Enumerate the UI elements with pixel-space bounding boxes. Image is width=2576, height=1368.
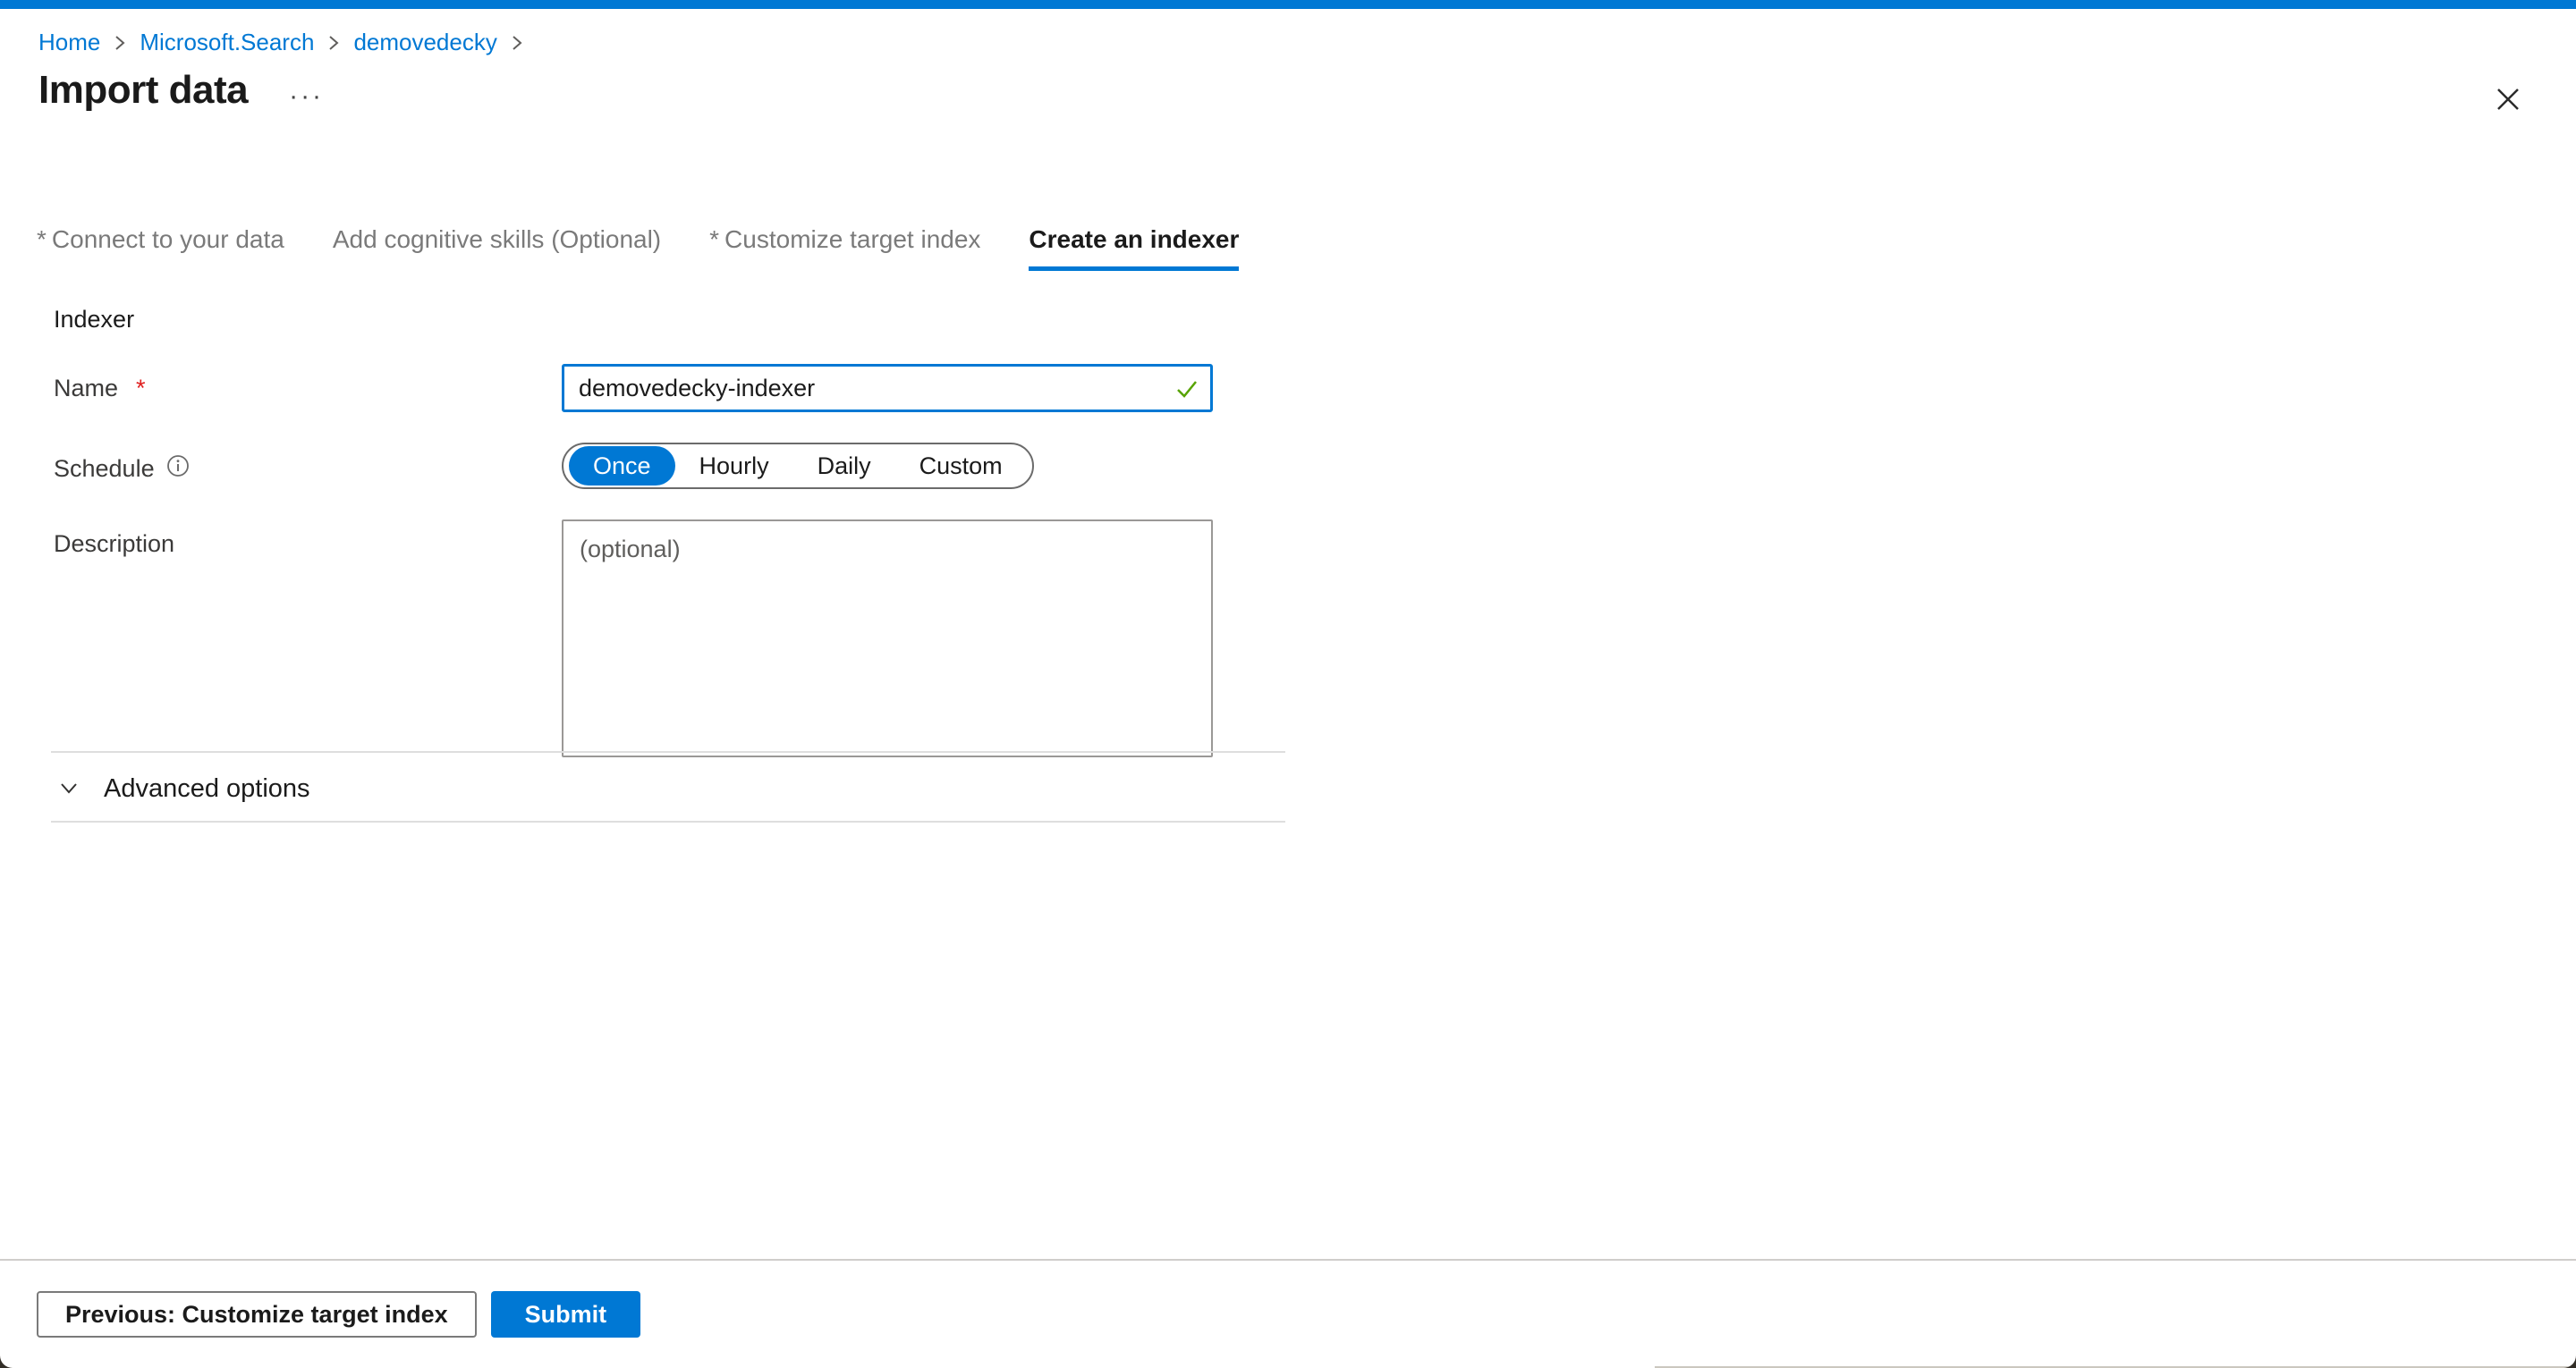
description-label-text: Description — [54, 530, 174, 558]
tab-connect-to-your-data[interactable]: *Connect to your data — [37, 225, 284, 271]
info-icon[interactable] — [165, 453, 191, 485]
tab-label: Create an indexer — [1029, 225, 1239, 253]
chevron-right-icon — [510, 31, 524, 55]
breadcrumb-link-demovedecky[interactable]: demovedecky — [353, 29, 496, 56]
validation-check-icon — [1174, 376, 1200, 407]
azure-top-accent-bar — [0, 0, 2576, 9]
tab-label: Customize target index — [724, 225, 980, 253]
required-mark: * — [37, 225, 47, 253]
chevron-down-icon — [55, 774, 82, 804]
schedule-row: Schedule Once Hourly Daily Custom — [54, 443, 1288, 489]
previous-step-button[interactable]: Previous: Customize target index — [37, 1291, 477, 1338]
chevron-right-icon — [326, 31, 341, 55]
name-label: Name * — [54, 364, 562, 402]
tab-label: Connect to your data — [52, 225, 284, 253]
page-title: Import data — [38, 68, 248, 113]
breadcrumb-link-microsoft-search[interactable]: Microsoft.Search — [140, 29, 314, 56]
close-icon — [2493, 104, 2523, 117]
schedule-label: Schedule — [54, 443, 562, 485]
indexer-name-input[interactable] — [562, 364, 1213, 412]
page-header: Import data ··· — [38, 68, 324, 113]
footer-separator — [0, 1259, 2576, 1261]
close-button[interactable] — [2492, 84, 2524, 116]
divider — [51, 821, 1285, 823]
required-mark: * — [709, 225, 719, 253]
advanced-options-toggle[interactable]: Advanced options — [55, 774, 310, 804]
import-data-panel: Home Microsoft.Search demovedecky Import… — [0, 0, 2576, 1368]
description-label: Description — [54, 519, 562, 558]
tab-label: Add cognitive skills (Optional) — [333, 225, 661, 253]
schedule-pill-group: Once Hourly Daily Custom — [562, 443, 1034, 489]
name-input-wrap — [562, 364, 1213, 412]
divider — [51, 751, 1285, 753]
description-row: Description — [54, 519, 1288, 757]
description-textarea[interactable] — [562, 519, 1213, 757]
more-actions-button[interactable]: ··· — [289, 81, 324, 112]
tab-add-cognitive-skills[interactable]: Add cognitive skills (Optional) — [333, 225, 661, 271]
name-row: Name * — [54, 364, 1288, 412]
submit-button[interactable]: Submit — [491, 1291, 641, 1338]
name-label-text: Name — [54, 375, 118, 402]
wizard-tabs: *Connect to your data Add cognitive skil… — [37, 225, 1239, 271]
footer-actions: Previous: Customize target index Submit — [37, 1291, 640, 1338]
tab-customize-target-index[interactable]: *Customize target index — [709, 225, 980, 271]
chevron-right-icon — [113, 31, 127, 55]
schedule-option-hourly[interactable]: Hourly — [675, 446, 793, 486]
breadcrumb: Home Microsoft.Search demovedecky — [38, 29, 524, 56]
required-asterisk: * — [136, 375, 146, 402]
breadcrumb-link-home[interactable]: Home — [38, 29, 100, 56]
section-label-indexer: Indexer — [54, 306, 1288, 334]
tab-create-an-indexer[interactable]: Create an indexer — [1029, 225, 1239, 271]
indexer-form: Indexer Name * Schedule Once Hourly — [54, 306, 1288, 788]
schedule-label-text: Schedule — [54, 455, 155, 483]
advanced-options-label: Advanced options — [104, 774, 310, 804]
schedule-option-custom[interactable]: Custom — [895, 446, 1027, 486]
schedule-option-daily[interactable]: Daily — [793, 446, 895, 486]
schedule-option-once[interactable]: Once — [569, 446, 675, 486]
